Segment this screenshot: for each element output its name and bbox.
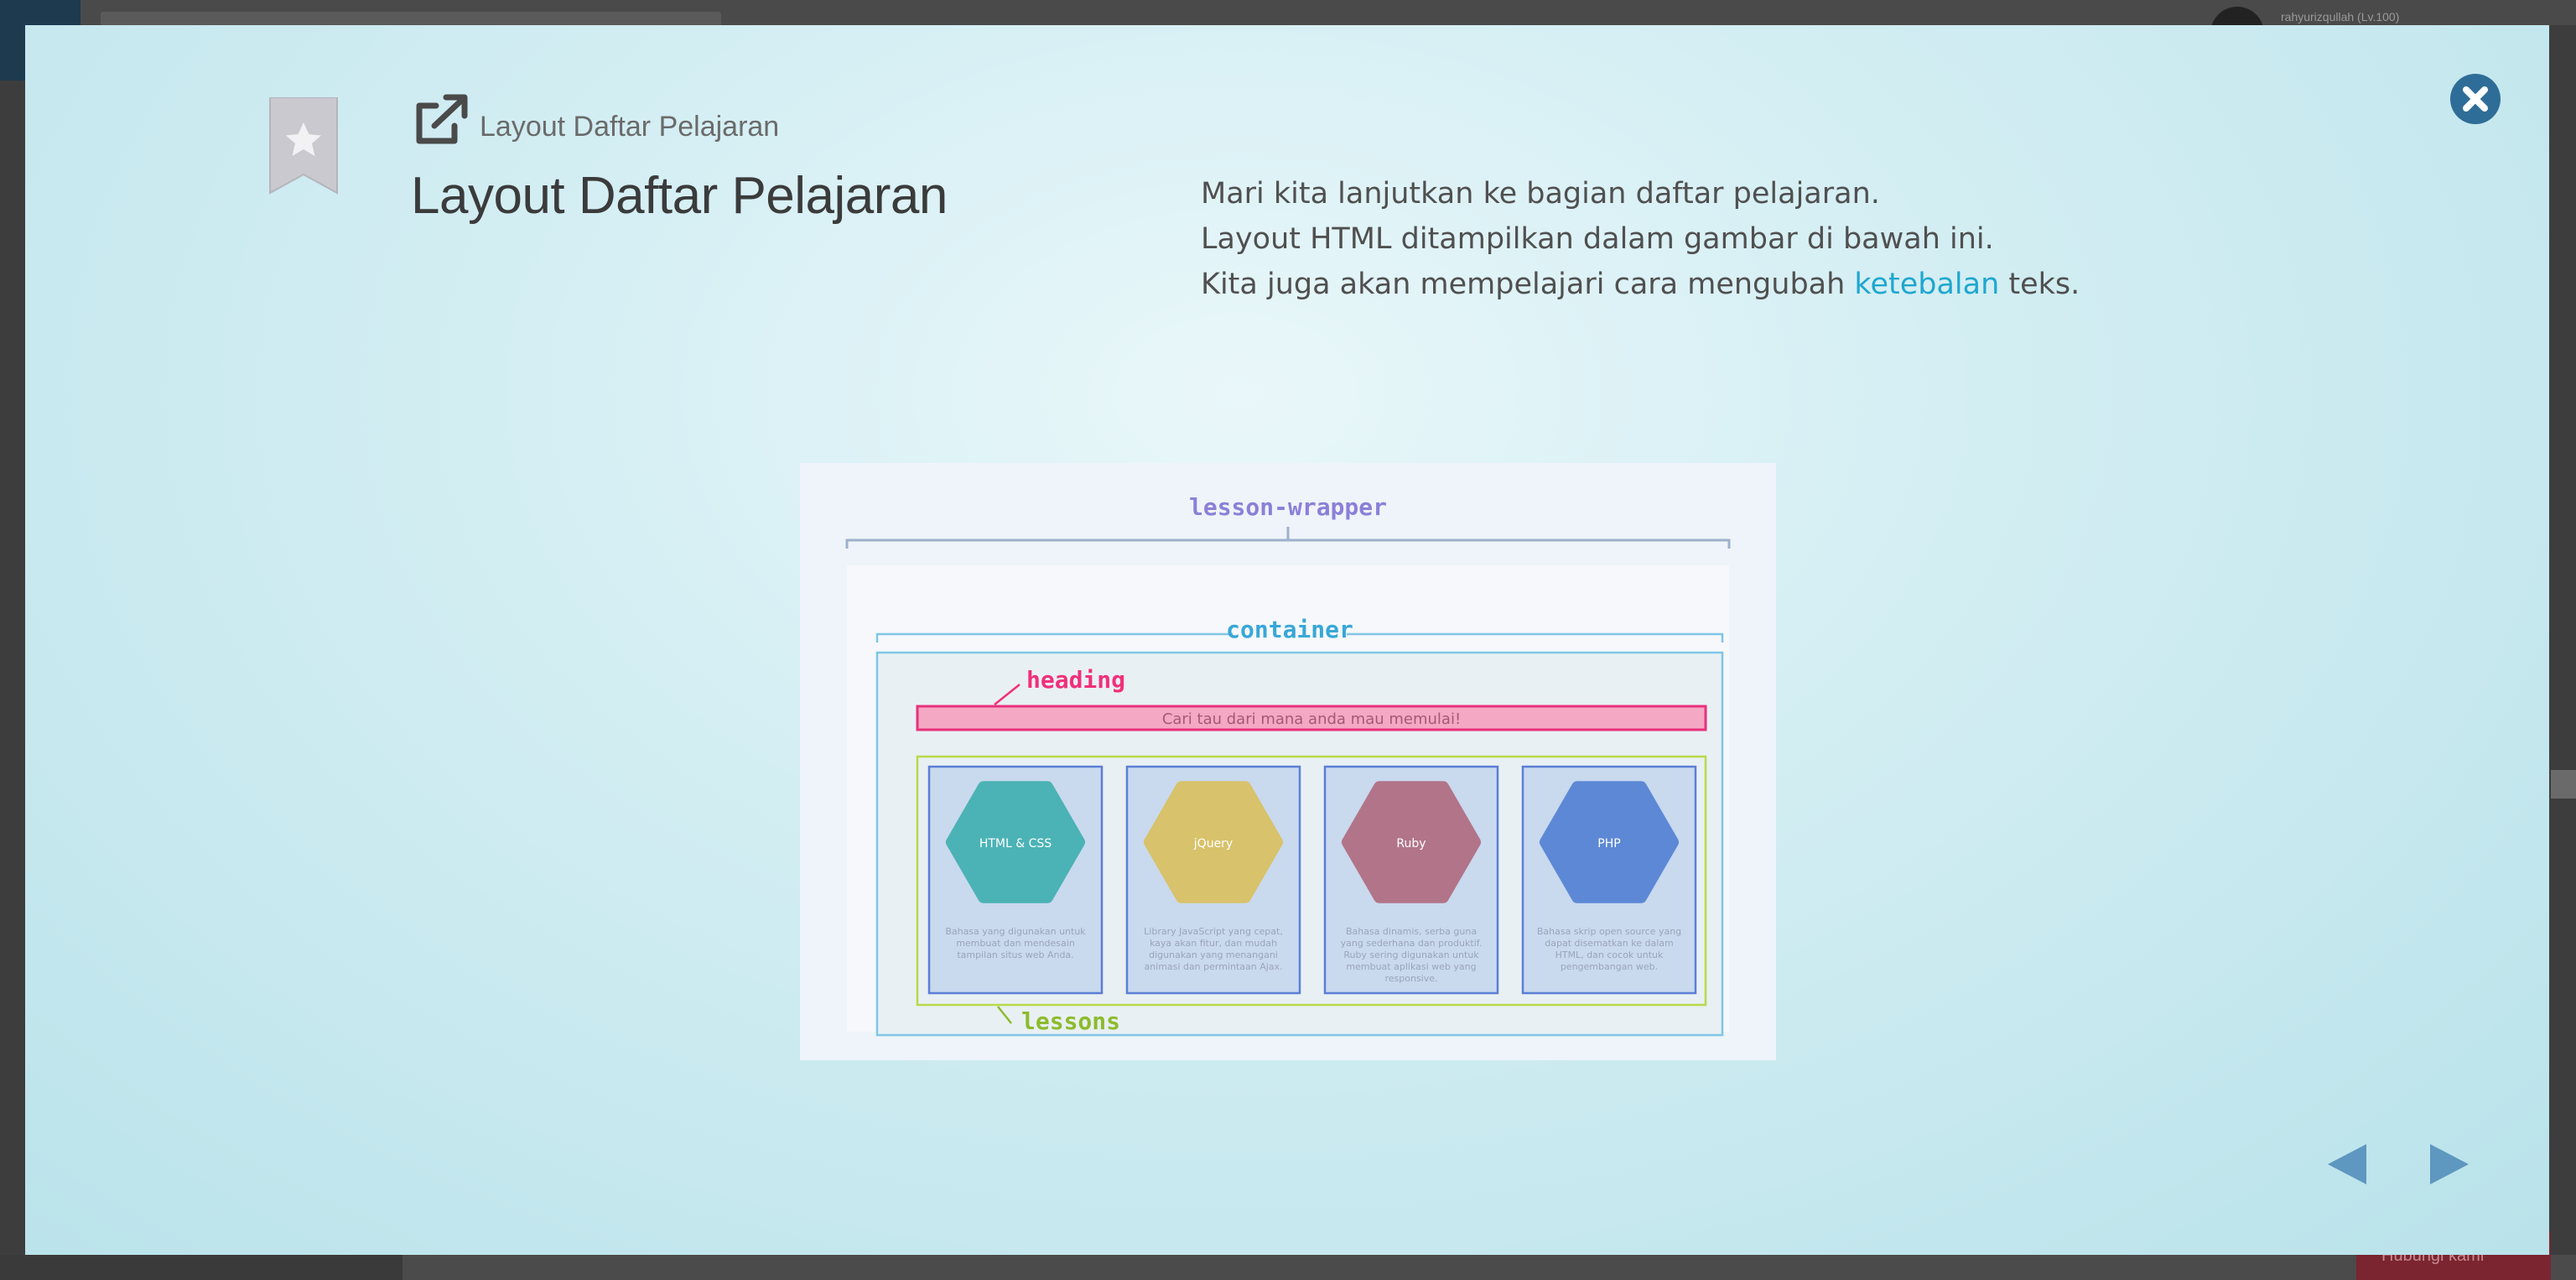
diagram-card-title: PHP [1597, 837, 1620, 851]
slide-description: Mari kita lanjutkan ke bagian daftar pel… [1201, 171, 2080, 307]
description-line-1: Mari kita lanjutkan ke bagian daftar pel… [1201, 177, 1880, 211]
arrow-right-icon [2430, 1144, 2469, 1184]
diagram-card-description-line: dapat disematkan ke dalam [1545, 938, 1673, 949]
diagram-card: HTML & CSS Bahasa yang digunakan untukmem… [927, 765, 1104, 995]
description-line-3: Kita juga akan mempelajari cara mengubah… [1201, 262, 2080, 307]
lesson-slide-modal: Layout Daftar Pelajaran Layout Daftar Pe… [25, 25, 2549, 1255]
layout-diagram: lesson-wrapper container heading Cari ta… [800, 463, 1776, 1060]
diagram-card: jQuery Library JavaScript yang cepat,kaya… [1125, 765, 1301, 995]
previous-slide-button[interactable] [2324, 1141, 2370, 1188]
diagram-card-title: Ruby [1396, 837, 1426, 851]
close-icon [2463, 86, 2488, 112]
description-line-3-start: Kita juga akan mempelajari cara mengubah [1201, 268, 1855, 301]
diagram-card-description-line: responsive. [1384, 973, 1437, 984]
external-link-icon [416, 94, 468, 144]
diagram-card-title: HTML & CSS [979, 837, 1052, 851]
diagram-label-lesson-wrapper: lesson-wrapper [1189, 493, 1387, 521]
slide-title: Layout Daftar Pelajaran [411, 167, 948, 225]
description-line-2: Layout HTML ditampilkan dalam gambar di … [1201, 222, 1994, 256]
diagram-card-title: jQuery [1193, 837, 1233, 851]
background-scrollbar [2551, 770, 2576, 799]
background-bottom-left [0, 1255, 402, 1280]
diagram-heading-text: Cari tau dari mana anda mau memulai! [1162, 710, 1461, 728]
diagram-card-description-line: animasi dan permintaan Ajax. [1144, 961, 1282, 972]
diagram-card-description-line: kaya akan fitur, dan mudah [1150, 938, 1277, 949]
bookmark-icon[interactable] [268, 97, 339, 195]
diagram-card: PHP Bahasa skrip open source yangdapat di… [1521, 765, 1697, 995]
description-line-3-end: teks. [1999, 268, 2080, 301]
diagram-card-description-line: HTML, dan cocok untuk [1555, 950, 1664, 960]
slide-subtitle: Layout Daftar Pelajaran [480, 111, 780, 143]
diagram-card-description-line: Ruby sering digunakan untuk [1343, 950, 1479, 960]
diagram-card-description-line: digunakan yang menangani [1149, 950, 1278, 960]
next-slide-button[interactable] [2427, 1141, 2472, 1188]
close-button[interactable] [2450, 74, 2501, 124]
diagram-label-lessons: lessons [1021, 1007, 1120, 1035]
diagram-card-description-line: Bahasa dinamis, serba guna [1346, 926, 1477, 937]
diagram-card: Ruby Bahasa dinamis, serba gunayang seder… [1323, 765, 1499, 995]
diagram-card-description-line: Library JavaScript yang cepat, [1144, 926, 1283, 937]
background-username: rahyurizqullah (Lv.100) [2281, 10, 2400, 23]
diagram-card-description-line: yang sederhana dan produktif. [1341, 938, 1483, 949]
diagram-card-description-line: Bahasa skrip open source yang [1537, 926, 1681, 937]
diagram-card-description-line: tampilan situs web Anda. [957, 950, 1073, 960]
diagram-label-heading: heading [1026, 666, 1125, 694]
layout-diagram-graphic: lesson-wrapper container heading Cari ta… [845, 493, 1731, 1037]
diagram-card-description-line: pengembangan web. [1561, 961, 1658, 972]
arrow-left-icon [2328, 1144, 2366, 1184]
diagram-label-container: container [1226, 616, 1353, 643]
diagram-card-description-line: membuat dan mendesain [956, 938, 1075, 949]
diagram-card-description-line: Bahasa yang digunakan untuk [945, 926, 1086, 937]
diagram-card-description-line: membuat aplikasi web yang [1346, 961, 1476, 972]
highlighted-term: ketebalan [1854, 268, 2000, 301]
